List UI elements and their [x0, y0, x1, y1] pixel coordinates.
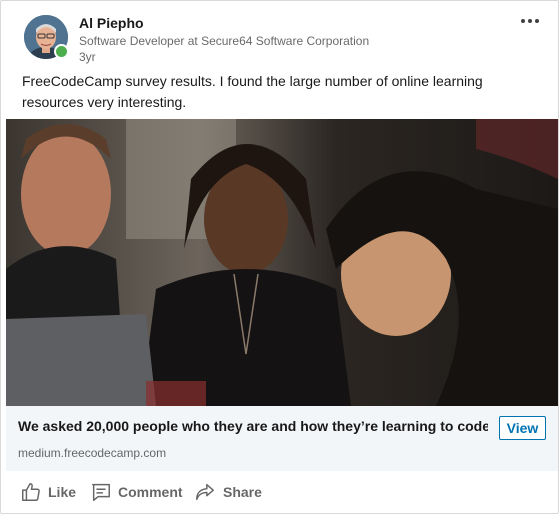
thumbs-up-icon	[22, 483, 40, 501]
link-preview[interactable]: We asked 20,000 people who they are and …	[6, 406, 558, 471]
comment-button[interactable]: Comment	[90, 479, 183, 505]
post-image[interactable]	[6, 119, 558, 406]
share-icon	[196, 483, 214, 501]
comment-icon	[92, 483, 110, 501]
feed-post-card: Al Piepho Software Developer at Secure64…	[0, 0, 559, 514]
like-label: Like	[48, 484, 77, 500]
ellipsis-icon	[521, 19, 525, 23]
like-button[interactable]: Like	[20, 479, 76, 505]
link-preview-title[interactable]: We asked 20,000 people who they are and …	[18, 418, 488, 434]
post-timestamp: 3yr	[79, 50, 96, 64]
author-headline: Software Developer at Secure64 Software …	[79, 34, 370, 48]
share-label: Share	[223, 484, 262, 500]
link-preview-domain: medium.freecodecamp.com	[18, 446, 167, 460]
post-text: FreeCodeCamp survey results. I found the…	[22, 73, 483, 110]
online-status-indicator	[54, 44, 69, 59]
author-name[interactable]: Al Piepho	[79, 15, 144, 31]
comment-label: Comment	[118, 484, 183, 500]
photo-of-people-at-laptop-icon	[6, 119, 558, 406]
share-button[interactable]: Share	[193, 479, 262, 505]
view-link-button[interactable]: View	[499, 416, 546, 440]
more-options-button[interactable]	[515, 9, 545, 33]
social-actions-bar: Like Comment Share	[1, 471, 558, 513]
